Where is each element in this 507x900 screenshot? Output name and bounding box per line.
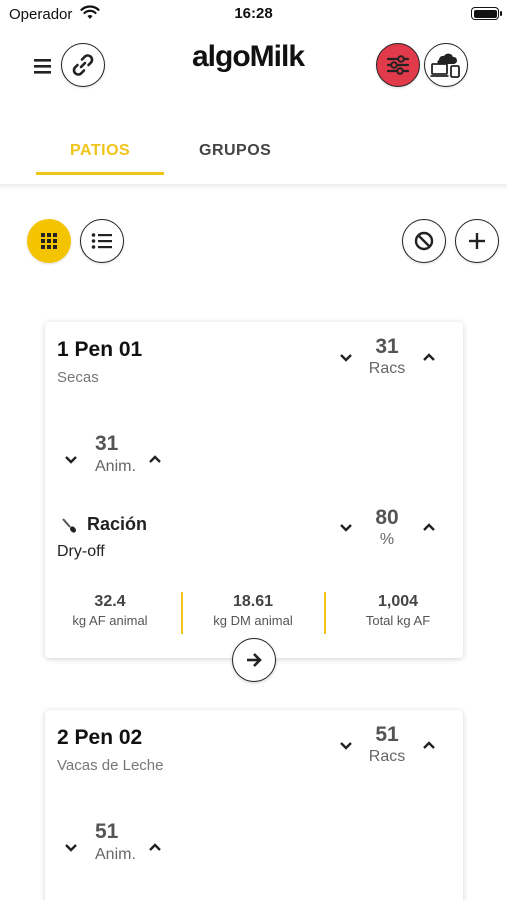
stat-label: kg AF animal [72, 613, 148, 628]
racs-decrease-icon[interactable] [338, 738, 354, 754]
arrow-right-icon [247, 653, 262, 667]
stat-value: 32.4 [94, 593, 126, 610]
stat-kg-dm-animal: 18.61 kg DM animal [188, 593, 318, 628]
link-icon [72, 54, 94, 76]
grid-view-button[interactable] [27, 219, 71, 263]
stat-value: 18.61 [232, 593, 274, 610]
pen-group: Secas [57, 369, 99, 386]
anim-decrease-icon[interactable] [63, 452, 79, 468]
status-bar: Operador 16:28 [0, 0, 507, 28]
tabs-divider [0, 184, 507, 190]
racs-value: 31 [375, 335, 399, 358]
stat-label: kg DM animal [213, 613, 293, 628]
stat-divider [324, 592, 326, 634]
plus-icon [469, 233, 485, 249]
clock: 16:28 [234, 5, 273, 22]
block-icon [414, 231, 434, 251]
stat-value: 1,004 [377, 593, 419, 610]
link-button[interactable] [61, 43, 105, 87]
open-pen-button[interactable] [232, 638, 276, 682]
stat-total-kg-af: 1,004 Total kg AF [333, 593, 463, 628]
whisk-icon [62, 518, 76, 533]
pen-title: 2 Pen 02 [57, 726, 143, 749]
anim-increase-icon[interactable] [147, 451, 163, 467]
block-button[interactable] [402, 219, 446, 263]
filter-icon [386, 55, 410, 75]
racs-label: Racs [368, 360, 406, 377]
racs-value: 51 [375, 723, 399, 746]
battery-cap [500, 11, 502, 16]
pen-card[interactable]: 2 Pen 02 Vacas de Leche 51 Racs 51 Anim. [45, 710, 463, 900]
filter-button[interactable] [376, 43, 420, 87]
pen-card[interactable]: 1 Pen 01 Secas 31 Racs 31 Anim. Ración D… [45, 322, 463, 658]
stat-kg-af-animal: 32.4 kg AF animal [45, 593, 175, 628]
tab-grupos[interactable]: GRUPOS [199, 142, 271, 160]
list-icon [91, 233, 112, 249]
menu-icon[interactable] [33, 56, 53, 76]
stat-divider [181, 592, 183, 634]
anim-label: Anim. [95, 458, 136, 475]
percent-label: % [379, 531, 395, 548]
app-logo: algoMilk [192, 40, 305, 73]
cloud-sync-button[interactable] [424, 43, 468, 87]
anim-decrease-icon[interactable] [63, 840, 79, 856]
racs-increase-icon[interactable] [421, 737, 437, 753]
racs-decrease-icon[interactable] [338, 350, 354, 366]
ration-name: Dry-off [57, 543, 105, 560]
tab-bar: PATIOS GRUPOS [0, 130, 507, 182]
percent-increase-icon[interactable] [421, 519, 437, 535]
racs-label: Racs [368, 748, 406, 765]
stat-label: Total kg AF [365, 613, 431, 628]
grid-icon [41, 233, 57, 249]
pen-title: 1 Pen 01 [57, 338, 143, 361]
pen-group: Vacas de Leche [57, 757, 164, 774]
anim-value: 31 [95, 432, 119, 455]
ration-label: Ración [87, 514, 148, 534]
percent-value: 80 [375, 506, 399, 529]
tab-patios[interactable]: PATIOS [70, 142, 130, 160]
anim-label: Anim. [95, 846, 136, 863]
cloud-devices-icon [430, 53, 460, 78]
add-button[interactable] [455, 219, 499, 263]
racs-increase-icon[interactable] [421, 349, 437, 365]
percent-decrease-icon[interactable] [338, 520, 354, 536]
list-view-button[interactable] [80, 219, 124, 263]
battery-icon [471, 7, 499, 20]
active-tab-indicator [36, 172, 164, 175]
anim-increase-icon[interactable] [147, 839, 163, 855]
anim-value: 51 [95, 820, 119, 843]
